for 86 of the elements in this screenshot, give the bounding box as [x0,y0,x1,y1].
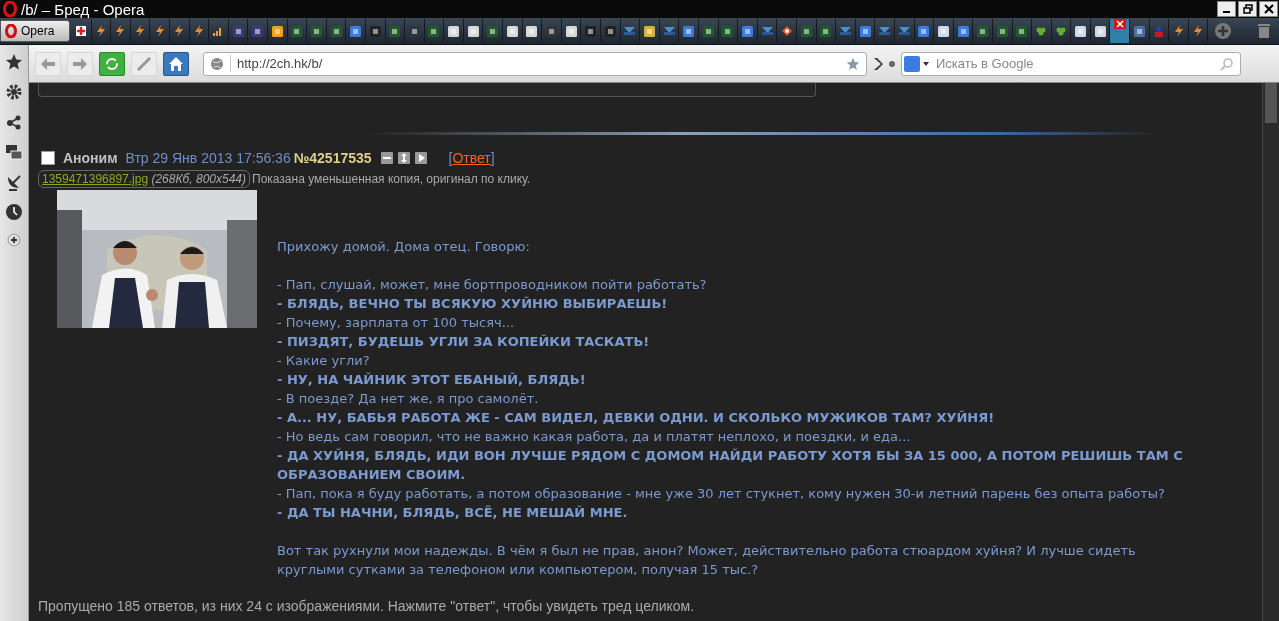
clock-icon[interactable] [5,203,23,221]
scrollbar[interactable] [1262,83,1279,621]
trash-icon[interactable] [1257,23,1271,39]
pen-icon [136,55,152,72]
clover-icon [1036,26,1047,36]
lightning-icon [95,25,106,37]
dialogue-line: - Пап, пока я буду работать, а потом образование - мне уже 30 лет стукнет, кому нужен 30-и летний парень без опыта работы? [277,485,1166,503]
dialogue-line: - Но ведь сам говорил, что не важно какая работа, да и платят неплохо, и поездки, и еда... [277,428,912,446]
satellite-dish-icon[interactable] [5,173,23,191]
minimize-button[interactable] [1217,1,1236,17]
bracket: [ [448,150,453,166]
plus-icon [1214,22,1233,40]
shouted-line: - НУ, НА ЧАЙНИК ЭТОТ ЕБАНЫЙ, БЛЯДЬ! [277,371,587,389]
poster-name: Аноним [63,150,118,166]
envelope-icon [879,26,891,36]
shouted-line: - ПИЗДЯТ, БУДЕШЬ УГЛИ ЗА КОПЕЙКИ ТАСКАТЬ! [277,333,651,351]
lightning-icon [1193,25,1204,37]
file-link[interactable]: 1359471396897.jpg [42,172,149,186]
reload-icon [105,56,119,71]
search-bar[interactable]: Искать в Google [901,51,1241,76]
post-number[interactable]: №42517535 [293,150,372,166]
close-icon [1263,4,1274,14]
bracket: ] [490,150,495,166]
hide-icon[interactable] [380,152,393,164]
shouted-line: - А... НУ, БАБЬЯ РАБОТА ЖЕ - САМ ВИДЕЛ, ДЕВКИ ОДНИ. И СКОЛЬКО МУЖИКОВ ТАМ? ХУЙНЯ! [277,409,996,427]
envelope-icon [898,26,910,36]
omitted-notice: Пропущено 185 ответов, из них 24 с изображениями. Нажмите "ответ", чтобы увидеть тред целиком. [38,598,696,614]
envelope-icon [761,26,773,36]
chevron-icon[interactable] [873,56,883,71]
lightning-icon [115,25,126,37]
restore-button[interactable] [1238,1,1257,17]
bookmark-star-icon[interactable] [846,56,860,71]
share-icon[interactable] [5,113,23,131]
person-icon [1153,25,1164,37]
home-icon [168,55,184,72]
minimize-icon [1223,11,1230,13]
home-button[interactable] [163,51,189,76]
opera-menu-button[interactable]: Opera [0,20,70,42]
lightning-icon [135,25,146,37]
search-field[interactable]: Искать в Google [934,55,1216,72]
shouted-line: - ДА ХУЙНЯ, БЛЯДЬ, ИДИ ВОН ЛУЧШЕ РЯДОМ С ДОМОМ НАЙДИ РАБОТУ ХОТЯ БЫ ЗА 15 000, А ПОТОМ РЕШИШЬ ТАМ С ОБРАЗОВАНИЕМ СВОИМ. [277,447,1184,484]
close-button[interactable] [1259,1,1278,17]
opera-logo-icon [5,24,17,38]
diamond-icon [781,26,792,36]
address-bar[interactable]: http://2ch.hk/b/ [203,51,867,76]
lightning-icon [154,25,165,37]
play-icon[interactable] [414,152,427,164]
restore-icon [1242,4,1253,14]
post-text: Прихожу домой. Дома отец. Говорю: [277,238,531,256]
shouted-line: - ДА ТЫ НАЧНИ, БЛЯДЬ, ВСЁ, НЕ МЕШАЙ МНЕ. [277,504,629,522]
envelope-icon [839,26,851,36]
clover-icon [1056,26,1066,36]
star-icon[interactable] [5,53,23,71]
reply-link[interactable]: Ответ [452,150,491,166]
forward-icon [73,57,87,70]
envelope-icon [663,26,675,36]
dialogue-line: - В поезде? Да нет же, я про самолёт. [277,390,540,408]
bars-icon [213,26,224,36]
dialogue-line: - Пап, слушай, может, мне бортпроводником пойти работать? [277,276,708,294]
close-icon[interactable] [1113,19,1126,31]
lightning-icon [1173,25,1184,37]
post-date: Втр 29 Янв 2013 17:56:36 [125,150,291,166]
post-text: Вот так рухнули мои надежды. В чём я был не прав, анон? Может, действительно работа стюардом хуйня? И лучше сидеть круглыми сутками за телефоном или компьютером, получая 15 тыс.? [277,542,1137,579]
lightning-icon [174,25,185,37]
thumbnail-note: Показана уменьшенная копия, оригинал по клику. [252,172,531,186]
post-checkbox[interactable] [41,151,55,165]
back-icon [41,57,55,70]
expand-icon[interactable] [397,152,410,164]
search-engine-icon[interactable] [904,55,930,72]
file-info: 1359471396897.jpg (268Кб, 800x544) [38,170,250,188]
lightning-icon [193,25,204,37]
add-panel-icon[interactable] [7,233,21,247]
reload-button[interactable] [99,51,125,76]
settings-icon[interactable] [5,83,23,101]
opera-logo-icon [3,1,17,17]
address-field[interactable]: http://2ch.hk/b/ [230,55,840,72]
window-title: /b/ – Бред - Opera [21,0,146,18]
dot-icon [889,60,895,67]
browser-tab[interactable] [1110,19,1131,43]
cross-icon [76,26,87,36]
dialogue-line: - Почему, зарплата от 100 тысяч... [277,314,516,332]
envelope-icon [624,26,636,36]
dialogue-line: - Какие угли? [277,352,371,370]
shouted-line: - БЛЯДЬ, ВЕЧНО ТЫ ВСЯКУЮ ХУЙНЮ ВЫБИРАЕШЬ! [277,295,669,313]
scrollbar-thumb[interactable] [1265,83,1277,123]
globe-icon[interactable] [210,56,224,71]
